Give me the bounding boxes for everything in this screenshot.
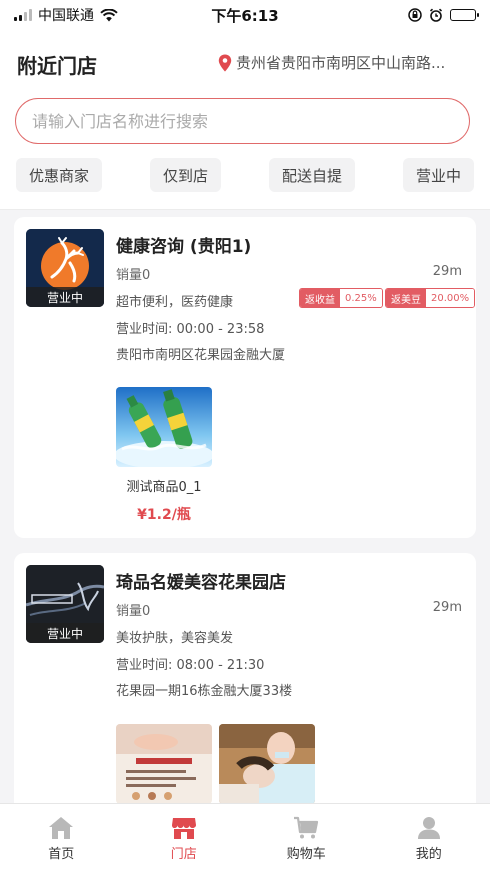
search-input[interactable] xyxy=(32,111,453,131)
open-status-badge: 营业中 xyxy=(26,623,104,643)
tab-cart[interactable]: 购物车 xyxy=(245,804,368,876)
tab-home[interactable]: 首页 xyxy=(0,804,123,876)
business-hours: 营业时间: 00:00 - 23:58 xyxy=(116,322,265,337)
filter-open-now[interactable]: 营业中 xyxy=(402,158,474,192)
location-text: 贵州省贵阳市南明区中山南路... xyxy=(236,54,446,72)
tab-label: 门店 xyxy=(170,847,197,862)
cart-icon xyxy=(294,816,319,839)
tab-label: 首页 xyxy=(48,847,75,862)
store-icon xyxy=(171,818,196,839)
store-logo: 营业中 xyxy=(26,565,104,643)
tab-profile[interactable]: 我的 xyxy=(368,804,490,876)
product-name[interactable]: 测试商品0_1 xyxy=(116,476,212,495)
battery-icon xyxy=(450,9,479,21)
store-logo: 营业中 xyxy=(26,229,104,307)
search-box[interactable] xyxy=(15,98,470,144)
status-bar: 中国联通 下午6:13 xyxy=(0,0,490,30)
rebate-tag: 返收益 0.25% xyxy=(299,288,383,308)
bottom-tab-bar: 首页 门店 购物车 我的 xyxy=(0,803,490,876)
store-card[interactable]: 营业中 琦品名媛美容花果园店 销量0 29m 美妆护肤，美容美发 营业时间: 0… xyxy=(14,553,476,813)
status-right xyxy=(316,8,479,22)
tab-label: 我的 xyxy=(415,847,442,862)
filter-bar: 优惠商家 仅到店 配送自提 营业中 xyxy=(16,158,474,194)
soda-bottles-image xyxy=(116,387,212,467)
location-pin-icon xyxy=(218,54,232,71)
store-name[interactable]: 健康咨询 (贵阳1) xyxy=(116,232,251,257)
store-address: 贵阳市南明区花果园金融大厦 xyxy=(116,348,286,363)
location-selector[interactable]: 贵州省贵阳市南明区中山南路... xyxy=(218,52,476,73)
store-category: 超市便利，医药健康 xyxy=(116,295,234,310)
orientation-lock-icon xyxy=(408,8,422,22)
distance: 29m xyxy=(432,264,462,279)
business-hours: 营业时间: 08:00 - 21:30 xyxy=(116,658,265,673)
status-left: 中国联通 xyxy=(14,5,174,25)
facial-treatment-image xyxy=(219,724,315,804)
product-image[interactable] xyxy=(116,724,212,804)
product-image[interactable] xyxy=(219,724,315,804)
rebate-tag-value: 0.25% xyxy=(340,289,382,307)
wifi-icon xyxy=(100,8,118,21)
distance: 29m xyxy=(432,600,462,615)
alarm-icon xyxy=(429,8,443,22)
sales-count: 销量0 xyxy=(116,268,151,283)
sales-count: 销量0 xyxy=(116,604,151,619)
carrier-label: 中国联通 xyxy=(38,8,94,24)
open-status-badge: 营业中 xyxy=(26,287,104,307)
store-name[interactable]: 琦品名媛美容花果园店 xyxy=(116,568,286,593)
rebate-tag-label: 返收益 xyxy=(300,289,340,307)
tab-label: 购物车 xyxy=(286,847,326,862)
beans-tag-value: 20.00% xyxy=(426,289,475,307)
screen: 中国联通 下午6:13 附近门店 贵州省贵阳市南明区中山南路... 请输入门店名… xyxy=(0,0,490,876)
beans-tag: 返美豆 20.00% xyxy=(385,288,476,308)
store-card[interactable]: 营业中 健康咨询 (贵阳1) 销量0 29m 超市便利，医药健康 返收益 0.2… xyxy=(14,217,476,538)
user-icon xyxy=(417,817,440,839)
spa-flyer-image xyxy=(116,724,212,804)
filter-delivery-pickup[interactable]: 配送自提 xyxy=(268,158,355,192)
product-image[interactable] xyxy=(116,387,212,467)
store-address: 花果园一期16栋金融大厦33楼 xyxy=(116,684,293,699)
home-icon xyxy=(49,817,74,839)
signal-icon xyxy=(14,9,32,21)
header: 附近门店 贵州省贵阳市南明区中山南路... 优惠商家 仅到店 配送自提 营业中 xyxy=(0,30,490,210)
status-time: 下午6:13 xyxy=(211,6,279,25)
filter-in-store-only[interactable]: 仅到店 xyxy=(149,158,221,192)
product-price: ¥1.2/瓶 xyxy=(137,507,191,523)
page-title: 附近门店 xyxy=(17,54,97,78)
beans-tag-label: 返美豆 xyxy=(386,289,426,307)
store-category: 美妆护肤，美容美发 xyxy=(116,631,234,646)
filter-discount-merchants[interactable]: 优惠商家 xyxy=(16,158,103,192)
tab-stores[interactable]: 门店 xyxy=(123,804,246,876)
